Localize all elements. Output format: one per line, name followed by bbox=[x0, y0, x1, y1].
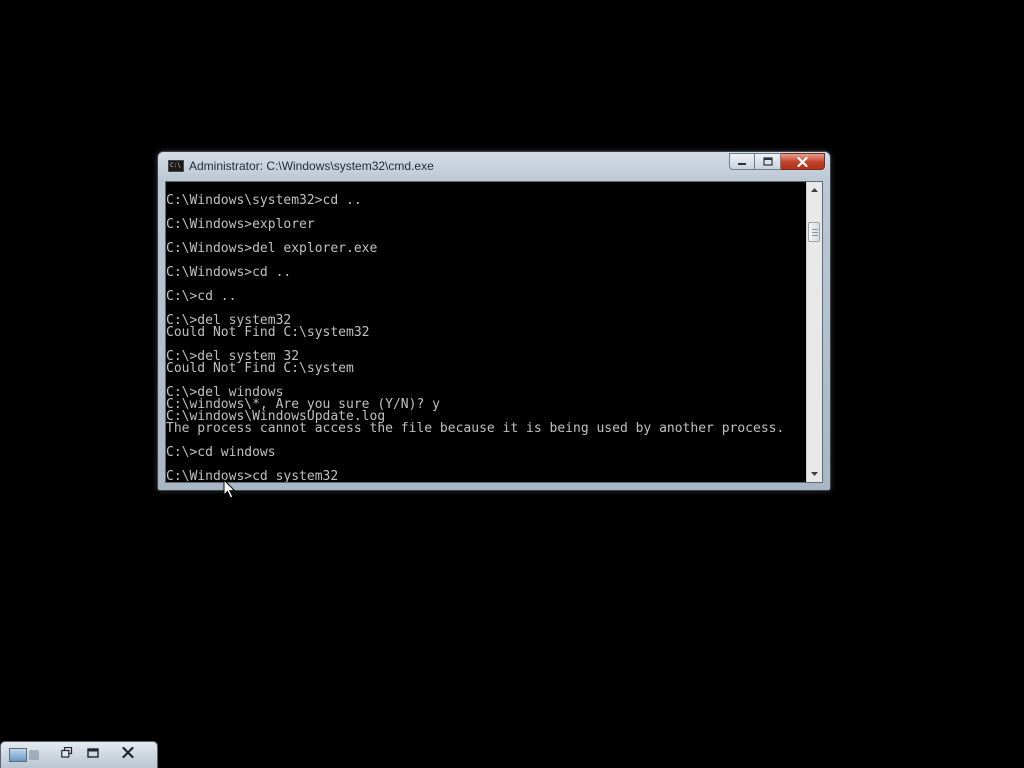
console-line: The process cannot access the file becau… bbox=[166, 421, 785, 436]
mouse-pointer-icon bbox=[223, 479, 236, 499]
caption-buttons bbox=[729, 153, 825, 170]
minimized-app-icon[interactable] bbox=[9, 748, 27, 762]
console-line: C:\Windows>del explorer.exe bbox=[166, 241, 378, 256]
scroll-thumb[interactable] bbox=[808, 222, 820, 242]
console-line: Could Not Find C:\system bbox=[166, 361, 354, 376]
console-prompt-line[interactable]: C:\Windows>cd system32 bbox=[166, 469, 346, 482]
thumb-grip-line bbox=[812, 235, 818, 236]
scroll-down-arrow-icon bbox=[811, 472, 818, 476]
close-icon bbox=[122, 747, 134, 758]
restore-button[interactable] bbox=[54, 744, 80, 761]
close-button[interactable] bbox=[106, 744, 150, 761]
console-line: C:\Windows\system32>cd .. bbox=[166, 193, 362, 208]
window-title: Administrator: C:\Windows\system32\cmd.e… bbox=[189, 159, 434, 173]
console-area[interactable]: C:\Windows\system32>cd .. C:\Windows>exp… bbox=[165, 181, 823, 483]
console-output[interactable]: C:\Windows\system32>cd .. C:\Windows>exp… bbox=[166, 182, 806, 482]
scroll-down-button[interactable] bbox=[807, 466, 822, 482]
cmd-app-icon[interactable]: C:\ bbox=[168, 160, 184, 172]
close-button[interactable] bbox=[781, 153, 825, 170]
console-line: C:\>cd .. bbox=[166, 289, 237, 304]
maximize-icon bbox=[87, 747, 99, 758]
vertical-scrollbar[interactable] bbox=[806, 182, 822, 482]
minimized-window[interactable] bbox=[0, 741, 158, 768]
maximize-button[interactable] bbox=[755, 153, 781, 170]
console-line: C:\>cd windows bbox=[166, 445, 276, 460]
thumb-grip-line bbox=[812, 232, 818, 233]
thumb-grip-line bbox=[812, 229, 818, 230]
current-command: C:\Windows>cd system32 bbox=[166, 469, 339, 482]
minimize-icon bbox=[738, 162, 746, 165]
console-line: Could Not Find C:\system32 bbox=[166, 325, 370, 340]
cmd-window[interactable]: C:\ Administrator: C:\Windows\system32\c… bbox=[157, 151, 831, 491]
minimized-title-fade bbox=[29, 750, 39, 760]
maximize-button[interactable] bbox=[80, 744, 106, 761]
scroll-up-arrow-icon bbox=[811, 188, 818, 192]
maximize-icon bbox=[762, 157, 773, 166]
restore-icon bbox=[61, 747, 73, 758]
console-line: C:\Windows>cd .. bbox=[166, 265, 292, 280]
close-icon bbox=[797, 156, 808, 167]
title-bar[interactable]: C:\ Administrator: C:\Windows\system32\c… bbox=[158, 152, 830, 180]
scroll-up-button[interactable] bbox=[807, 182, 822, 198]
minimized-caption-buttons bbox=[54, 744, 150, 761]
minimize-button[interactable] bbox=[729, 153, 755, 170]
console-line: C:\Windows>explorer bbox=[166, 217, 315, 232]
